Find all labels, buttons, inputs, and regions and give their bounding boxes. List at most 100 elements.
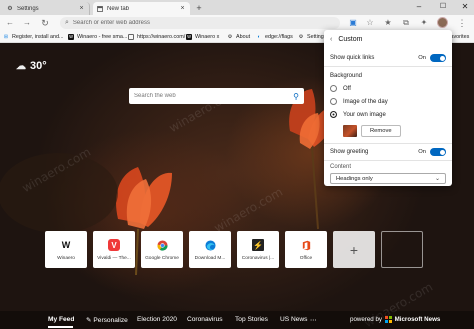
news-tab-us-news[interactable]: US News [280,316,307,323]
favorite-item[interactable]: ⚙ Settings [298,32,327,42]
show-quick-links-label: Show quick links [330,55,375,61]
divider [324,66,452,67]
favorite-label: About [236,34,251,40]
favorite-item[interactable]: w Winaero x [186,32,219,42]
extension-icon[interactable]: ▣ [348,18,358,28]
news-tab-election[interactable]: Election 2020 [137,316,177,323]
radio-image-of-day[interactable] [330,98,337,105]
refresh-icon[interactable]: ↻ [40,18,50,28]
show-greeting-row: Show greeting On [330,148,446,156]
minimize-button[interactable]: – [412,2,426,12]
tab-strip: ⚙ Settings × New tab × + – ☐ ✕ [0,0,474,15]
tab-new-tab[interactable]: New tab × [93,2,190,15]
favorites-star-icon[interactable]: ☆ [365,18,375,28]
news-tab-top-stories[interactable]: Top Stories [235,316,268,323]
windows-icon: ⊞ [3,34,9,40]
news-tab-label: Personalize [93,317,128,324]
search-icon[interactable]: ⚲ [293,92,299,101]
favorites-bar-icon[interactable]: ★ [383,18,393,28]
quick-link-label: Google Chrome [145,256,179,261]
tab-label: Settings [17,5,39,12]
tab-label: New tab [107,5,130,12]
favorite-item[interactable]: ⊞ Register, install and... [3,32,64,42]
quick-link-tile[interactable]: Google Chrome [141,231,183,268]
show-quick-links-toggle[interactable] [430,54,446,62]
office-icon [300,239,312,251]
more-news-icon[interactable]: ⋯ [310,316,317,324]
quick-link-tile[interactable]: V Vivaldi — The... [93,231,135,268]
favorite-item[interactable]: w Winaero - free sma... [68,32,127,42]
extension-puzzle-icon[interactable]: ✦ [419,18,429,28]
radio-own-image[interactable] [330,111,337,118]
quick-link-tile[interactable]: Office [285,231,327,268]
toolbar: ← → ↻ ⌕ ▣ ☆ ★ ⧉ ✦ ⋮ [0,15,474,31]
favorite-label: Register, install and... [12,34,64,40]
weather-temperature: 30° [30,60,47,72]
winaero-icon: W [61,240,71,250]
forward-icon[interactable]: → [22,18,32,28]
search-icon: ⌕ [65,19,69,26]
back-icon[interactable]: ← [5,18,15,28]
quick-link-label: Winaero [57,256,75,261]
show-greeting-toggle[interactable] [430,148,446,156]
pencil-icon: ✎ [86,317,92,324]
quick-link-label: Vivaldi — The... [97,256,131,261]
radio-label: Off [343,85,351,92]
favorite-label: https://winaero.com/ [137,34,186,40]
collections-icon[interactable]: ⧉ [401,18,411,28]
radio-off[interactable] [330,85,337,92]
radio-label: Your own image [343,111,386,118]
gear-icon: ⚙ [298,34,304,40]
edge-icon [204,239,216,251]
quick-link-tile[interactable]: ⚡ Coronavirus |... [237,231,279,268]
background-option-off[interactable]: Off [330,85,446,92]
remove-image-button[interactable]: Remove [361,125,401,137]
favorite-item[interactable]: https://winaero.com/ [128,32,185,42]
show-quick-links-toggle-group[interactable]: On [418,54,446,62]
avatar[interactable] [437,17,448,28]
background-thumbnail [343,125,357,137]
web-search-input[interactable] [134,93,294,99]
content-label: Content [330,164,352,170]
divider [324,143,452,144]
gear-icon: ⚙ [227,34,233,40]
show-greeting-toggle-group[interactable]: On [418,148,446,156]
more-menu-icon[interactable]: ⋮ [457,18,467,28]
close-tab-icon[interactable]: × [179,5,186,12]
winaero-icon: w [68,34,74,40]
news-tab-my-feed[interactable]: My Feed [48,316,74,323]
page-icon [128,34,134,40]
cloud-sun-icon: ☁ [16,60,26,72]
edge-icon: ◐ [257,34,261,40]
microsoft-news-label: Microsoft News [394,316,441,323]
back-chevron-icon[interactable]: ‹ [330,36,332,43]
address-input[interactable] [72,20,323,26]
quick-link-label: Coronavirus |... [241,256,275,261]
tab-settings[interactable]: ⚙ Settings × [3,2,90,15]
quick-link-tile[interactable]: W Winaero [45,231,87,268]
maximize-button[interactable]: ☐ [436,2,450,12]
web-search-box[interactable]: ⚲ [129,88,304,104]
quick-link-tile[interactable]: Download M... [189,231,231,268]
favorite-item[interactable]: ⚙ About [227,32,250,42]
add-quick-link-button[interactable]: + [333,231,375,268]
chevron-down-icon: ⌄ [434,176,440,182]
news-bar: My Feed ✎ Personalize Election 2020 Coro… [0,311,474,329]
panel-title: Custom [338,36,363,43]
background-option-image-of-day[interactable]: Image of the day [330,98,446,105]
new-tab-button[interactable]: + [194,3,204,13]
address-bar[interactable]: ⌕ [60,17,340,29]
background-option-own-image[interactable]: Your own image [330,111,446,118]
vivaldi-icon: V [108,239,120,251]
close-window-button[interactable]: ✕ [458,2,472,12]
powered-by-label: powered by [350,316,382,323]
news-tab-personalize[interactable]: ✎ Personalize [86,316,128,324]
news-tab-coronavirus[interactable]: Coronavirus [187,316,223,323]
content-dropdown[interactable]: Headings only ⌄ [330,173,446,184]
close-tab-icon[interactable]: × [78,5,85,12]
page-settings-flyout: ‹ Custom Show quick links On Background … [324,30,452,186]
weather-widget[interactable]: ☁ 30° [16,60,47,72]
favorite-item[interactable]: ◐ edge://flags [256,32,293,42]
favorite-label: edge://flags [265,34,293,40]
radio-label: Image of the day [343,98,388,105]
